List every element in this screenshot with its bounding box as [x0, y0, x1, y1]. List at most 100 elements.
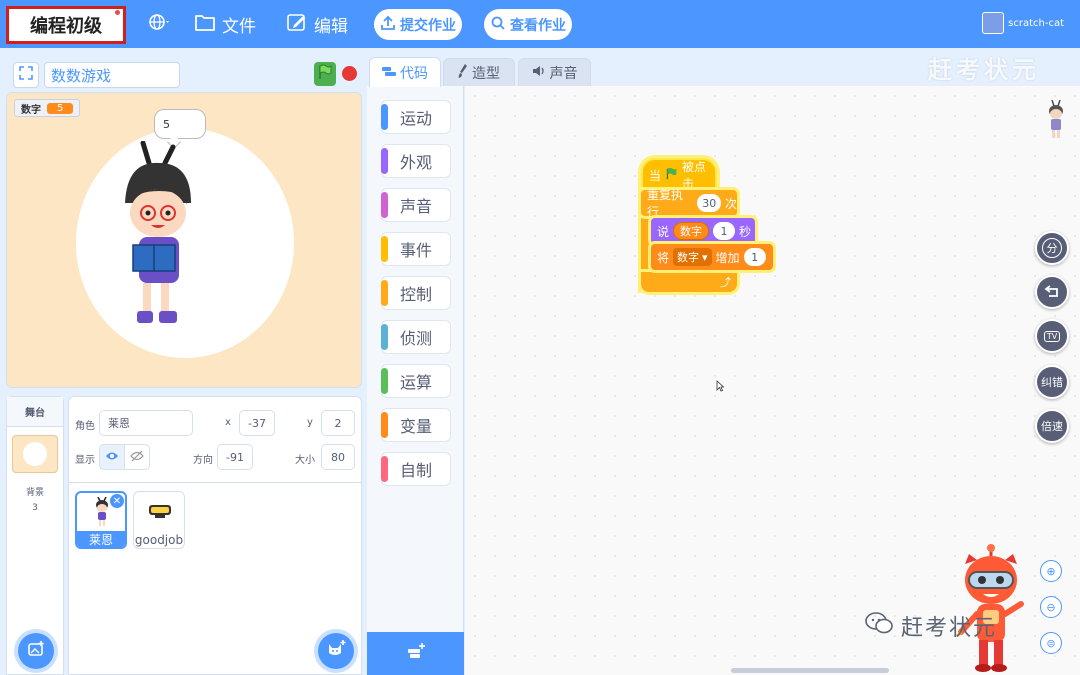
tab-sounds-label: 声音	[549, 65, 578, 82]
stage-selector-pane: 舞台 背景 3	[6, 396, 64, 675]
fix-error-button[interactable]: 纠错	[1035, 365, 1069, 399]
category-my-blocks[interactable]: 自制	[381, 452, 451, 486]
tab-code[interactable]: 代码	[369, 57, 441, 87]
project-title-input[interactable]: 数数游戏	[44, 62, 180, 88]
delete-sprite-button[interactable]: ✕	[110, 494, 124, 508]
tab-costumes[interactable]: 造型	[443, 58, 515, 86]
submit-homework-button[interactable]: 提交作业	[374, 9, 462, 40]
mouse-cursor-icon	[716, 380, 725, 395]
backdrop-thumbnail-circle	[23, 442, 47, 466]
sprite-thumbnail-lion	[96, 497, 108, 526]
category-label: 控制	[399, 285, 432, 304]
say-seconds-input[interactable]: 1	[713, 222, 736, 240]
category-events[interactable]: 事件	[381, 232, 451, 266]
view-homework-button[interactable]: 查看作业	[484, 9, 572, 40]
category-sensing[interactable]: 侦测	[381, 320, 451, 354]
speech-bubble: 5	[154, 109, 206, 139]
category-sound[interactable]: 声音	[381, 188, 451, 222]
category-operators[interactable]: 运算	[381, 364, 451, 398]
zoom-out-button[interactable]: ⊖	[1040, 596, 1062, 618]
brush-icon	[458, 64, 468, 81]
stage-canvas[interactable]: 数字 5 5	[6, 92, 362, 388]
change-variable-block[interactable]: 将 数字 ▾ 增加 1	[651, 244, 773, 270]
zoom-in-button[interactable]: ⊕	[1040, 560, 1062, 582]
category-color-bar	[381, 412, 388, 438]
variable-dropdown[interactable]: 数字 ▾	[673, 248, 712, 266]
image-add-icon	[27, 640, 45, 662]
say-for-secs-block[interactable]: 说 数字 1 秒	[651, 218, 755, 244]
stage-tab[interactable]: 舞台	[7, 397, 63, 427]
speech-text: 5	[163, 117, 170, 131]
stage-tab-label: 舞台	[25, 408, 45, 419]
sprite-tile-lion[interactable]: ✕ 莱恩	[75, 491, 127, 549]
category-control[interactable]: 控制	[381, 276, 451, 310]
size-input[interactable]: 80	[321, 444, 355, 470]
choose-sprite-button[interactable]	[318, 633, 354, 669]
category-color-bar	[381, 456, 388, 482]
hide-sprite-toggle[interactable]	[124, 444, 150, 470]
sprite-preview-icon	[1049, 100, 1063, 138]
variable-reporter[interactable]: 数字	[673, 222, 710, 240]
backdrop-thumbnail[interactable]	[12, 435, 58, 473]
direction-input[interactable]: -91	[217, 444, 253, 470]
backdrop-count: 3	[32, 503, 38, 513]
change-amount-input[interactable]: 1	[743, 248, 766, 266]
watermark-bottom-text: 赶考状元	[901, 616, 998, 641]
variable-monitor: 数字 5	[14, 99, 81, 117]
category-variables[interactable]: 变量	[381, 408, 451, 442]
repeat-count-input[interactable]: 30	[697, 194, 721, 212]
zoom-reset-icon: ⊜	[1046, 636, 1056, 650]
playback-speed-button[interactable]: 倍速	[1035, 409, 1069, 443]
script-workspace[interactable]: 当 被点击 ⤴ 重复执行 30 次 说 数字 1 秒 将 数字 ▾ 增加 1 分…	[465, 86, 1080, 675]
sprite-tile-label: 莱恩	[77, 531, 125, 547]
tv-button[interactable]: TV	[1035, 319, 1069, 353]
search-icon	[490, 15, 506, 35]
sprite-info-panel: 角色 莱恩 x -37 y 2 显示 方向 -91 大小 80	[69, 397, 361, 483]
y-input[interactable]: 2	[321, 410, 355, 436]
submit-homework-label: 提交作业	[400, 17, 456, 34]
caret-down-icon: ▾	[702, 250, 708, 264]
zoom-reset-button[interactable]: ⊜	[1040, 632, 1062, 654]
green-flag-icon	[317, 64, 333, 84]
split-button[interactable]: 分	[1035, 231, 1069, 265]
add-extension-button[interactable]	[367, 632, 464, 675]
backdrop-label: 背景	[25, 488, 44, 498]
category-label: 自制	[399, 461, 432, 480]
fullscreen-button[interactable]	[13, 62, 39, 88]
category-label: 侦测	[399, 329, 432, 348]
language-menu[interactable]	[148, 10, 172, 38]
undo-button[interactable]	[1035, 275, 1069, 309]
folder-icon	[194, 12, 216, 37]
eye-icon	[105, 451, 119, 464]
stop-button[interactable]	[342, 66, 357, 81]
sprite-character[interactable]	[115, 141, 205, 346]
variable-monitor-value: 5	[47, 102, 74, 114]
category-looks[interactable]: 外观	[381, 144, 451, 178]
repeat-label: 重复执行	[647, 188, 684, 219]
edit-menu-label: 编辑	[314, 16, 348, 37]
category-color-bar	[381, 148, 388, 174]
category-motion[interactable]: 运动	[381, 100, 451, 134]
user-avatar	[982, 12, 1005, 34]
edit-menu[interactable]: 编辑	[286, 10, 348, 38]
tab-code-label: 代码	[400, 65, 428, 82]
workspace-horizontal-scrollbar[interactable]	[731, 668, 889, 673]
playback-speed-label: 倍速	[1041, 420, 1063, 433]
upload-icon	[380, 15, 396, 35]
category-color-bar	[381, 368, 388, 394]
sprite-tile-goodjob[interactable]: goodjob	[133, 491, 185, 549]
choose-backdrop-button[interactable]	[18, 633, 54, 669]
green-flag-icon	[665, 167, 678, 183]
stage-header: 数数游戏	[6, 58, 362, 92]
category-label: 运算	[399, 373, 432, 392]
x-input[interactable]: -37	[239, 410, 275, 436]
file-menu[interactable]: 文件	[194, 10, 256, 38]
green-flag-button[interactable]	[314, 62, 336, 86]
badge-dot	[115, 10, 120, 15]
show-sprite-toggle[interactable]	[99, 444, 125, 470]
sprite-name-input[interactable]: 莱恩	[99, 410, 193, 436]
code-icon	[382, 66, 396, 80]
user-account[interactable]: scratch-cat	[982, 12, 1064, 34]
tab-sounds[interactable]: 声音	[518, 58, 591, 86]
repeat-block[interactable]: 重复执行 30 次	[641, 188, 737, 219]
